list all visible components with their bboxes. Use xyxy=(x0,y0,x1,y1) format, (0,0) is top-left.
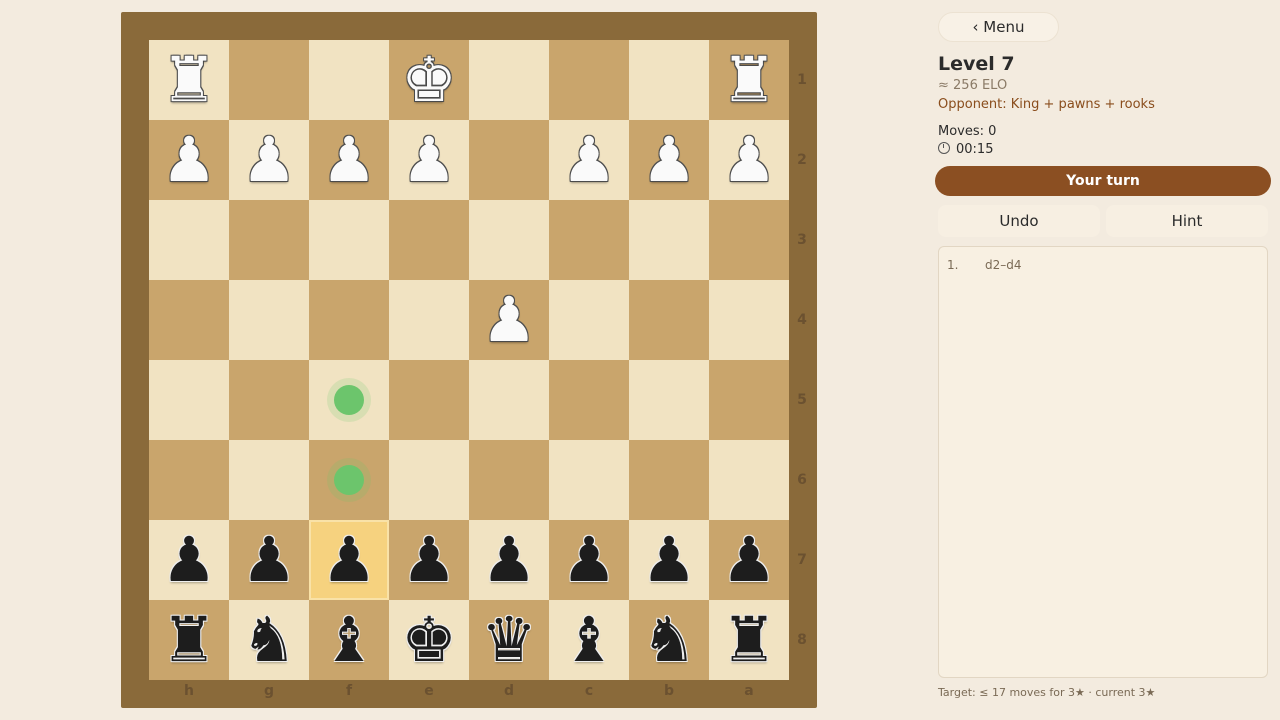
black-pawn[interactable]: ♟ xyxy=(549,520,629,600)
square-h3[interactable] xyxy=(149,200,229,280)
legal-move-dot[interactable] xyxy=(334,385,364,415)
file-label: h xyxy=(184,683,194,699)
square-b5[interactable] xyxy=(629,360,709,440)
white-rook[interactable]: ♜ xyxy=(149,40,229,120)
rank-label: 8 xyxy=(797,632,807,648)
square-f3[interactable] xyxy=(309,200,389,280)
black-pawn[interactable]: ♟ xyxy=(469,520,549,600)
file-label: b xyxy=(663,683,675,699)
square-d5[interactable] xyxy=(469,360,549,440)
white-pawn[interactable]: ♟ xyxy=(709,120,789,200)
square-a4[interactable] xyxy=(709,280,789,360)
black-knight[interactable]: ♞ xyxy=(229,600,309,680)
move-number: 1. xyxy=(947,258,959,272)
white-pawn[interactable]: ♟ xyxy=(229,120,309,200)
square-h4[interactable] xyxy=(149,280,229,360)
legal-move-dot[interactable] xyxy=(334,465,364,495)
square-d3[interactable] xyxy=(469,200,549,280)
move-notation: d2–d4 xyxy=(985,258,1022,272)
rank-label: 4 xyxy=(797,312,807,328)
square-d1[interactable] xyxy=(469,40,549,120)
hint-button[interactable]: Hint xyxy=(1106,205,1268,237)
black-pawn[interactable]: ♟ xyxy=(629,520,709,600)
square-c4[interactable] xyxy=(549,280,629,360)
square-d6[interactable] xyxy=(469,440,549,520)
target-note: Target: ≤ 17 moves for 3★ · current 3★ xyxy=(938,686,1156,699)
square-e6[interactable] xyxy=(389,440,469,520)
square-h6[interactable] xyxy=(149,440,229,520)
black-rook[interactable]: ♜ xyxy=(149,600,229,680)
square-g3[interactable] xyxy=(229,200,309,280)
square-b4[interactable] xyxy=(629,280,709,360)
file-label: g xyxy=(263,683,275,699)
square-b3[interactable] xyxy=(629,200,709,280)
square-b6[interactable] xyxy=(629,440,709,520)
white-pawn[interactable]: ♟ xyxy=(389,120,469,200)
rank-label: 5 xyxy=(797,392,807,408)
undo-button[interactable]: Undo xyxy=(938,205,1100,237)
chess-board[interactable]: 1 2 3 4 5 6 7 8 h g f e d c b a ♜ ♚ ♜ ♟ ♟ ♟ ♟ ♟ ♟ ♟ ♟ ♟ ♟ ♟ ♟ ♟ ♟ ♟ ♟ ♜ ♞ ♝ ♚ ♛… xyxy=(148,39,807,699)
square-c6[interactable] xyxy=(549,440,629,520)
black-rook[interactable]: ♜ xyxy=(709,600,789,680)
level-title: Level 7 xyxy=(938,53,1015,75)
opponent-description: Opponent: King + pawns + rooks xyxy=(938,97,1155,112)
file-label: d xyxy=(503,683,515,699)
black-bishop[interactable]: ♝ xyxy=(549,600,629,680)
black-pawn[interactable]: ♟ xyxy=(309,520,389,600)
white-pawn[interactable]: ♟ xyxy=(549,120,629,200)
turn-indicator: Your turn xyxy=(935,166,1271,196)
square-h5[interactable] xyxy=(149,360,229,440)
menu-button[interactable]: ‹ Menu xyxy=(938,12,1059,42)
black-pawn[interactable]: ♟ xyxy=(389,520,469,600)
white-pawn[interactable]: ♟ xyxy=(629,120,709,200)
square-g4[interactable] xyxy=(229,280,309,360)
square-e4[interactable] xyxy=(389,280,469,360)
rank-label: 7 xyxy=(797,552,807,568)
rank-label: 1 xyxy=(797,72,807,88)
white-pawn[interactable]: ♟ xyxy=(149,120,229,200)
chess-board-frame: 1 2 3 4 5 6 7 8 h g f e d c b a ♜ ♚ ♜ ♟ ♟ ♟ ♟ ♟ ♟ ♟ ♟ ♟ ♟ ♟ ♟ ♟ ♟ ♟ ♟ ♜ ♞ ♝ ♚ ♛… xyxy=(121,12,817,708)
clock-icon xyxy=(938,141,950,154)
white-king[interactable]: ♚ xyxy=(389,40,469,120)
black-bishop[interactable]: ♝ xyxy=(309,600,389,680)
black-queen[interactable]: ♛ xyxy=(469,600,549,680)
black-pawn[interactable]: ♟ xyxy=(149,520,229,600)
timer-value: 00:15 xyxy=(956,142,994,157)
file-label: a xyxy=(744,683,754,699)
square-c1[interactable] xyxy=(549,40,629,120)
square-a6[interactable] xyxy=(709,440,789,520)
square-g6[interactable] xyxy=(229,440,309,520)
file-label: c xyxy=(584,683,594,699)
white-pawn[interactable]: ♟ xyxy=(309,120,389,200)
square-a3[interactable] xyxy=(709,200,789,280)
square-c3[interactable] xyxy=(549,200,629,280)
move-row: 1. d2–d4 xyxy=(947,258,1022,272)
file-label: e xyxy=(424,683,434,699)
file-label: f xyxy=(345,683,353,699)
move-counter: Moves: 0 xyxy=(938,124,997,139)
black-knight[interactable]: ♞ xyxy=(629,600,709,680)
elo-rating: ≈ 256 ELO xyxy=(938,78,1008,93)
timer: 00:15 xyxy=(938,141,994,157)
rank-label: 6 xyxy=(797,472,807,488)
square-e5[interactable] xyxy=(389,360,469,440)
square-b1[interactable] xyxy=(629,40,709,120)
square-c5[interactable] xyxy=(549,360,629,440)
square-f1[interactable] xyxy=(309,40,389,120)
square-f4[interactable] xyxy=(309,280,389,360)
white-rook[interactable]: ♜ xyxy=(709,40,789,120)
square-g5[interactable] xyxy=(229,360,309,440)
move-history: 1. d2–d4 xyxy=(938,246,1268,678)
square-d2[interactable] xyxy=(469,120,549,200)
white-pawn[interactable]: ♟ xyxy=(469,280,549,360)
rank-label: 3 xyxy=(797,232,807,248)
square-a5[interactable] xyxy=(709,360,789,440)
rank-label: 2 xyxy=(797,152,807,168)
square-g1[interactable] xyxy=(229,40,309,120)
black-pawn[interactable]: ♟ xyxy=(709,520,789,600)
square-e3[interactable] xyxy=(389,200,469,280)
black-pawn[interactable]: ♟ xyxy=(229,520,309,600)
black-king[interactable]: ♚ xyxy=(389,600,469,680)
